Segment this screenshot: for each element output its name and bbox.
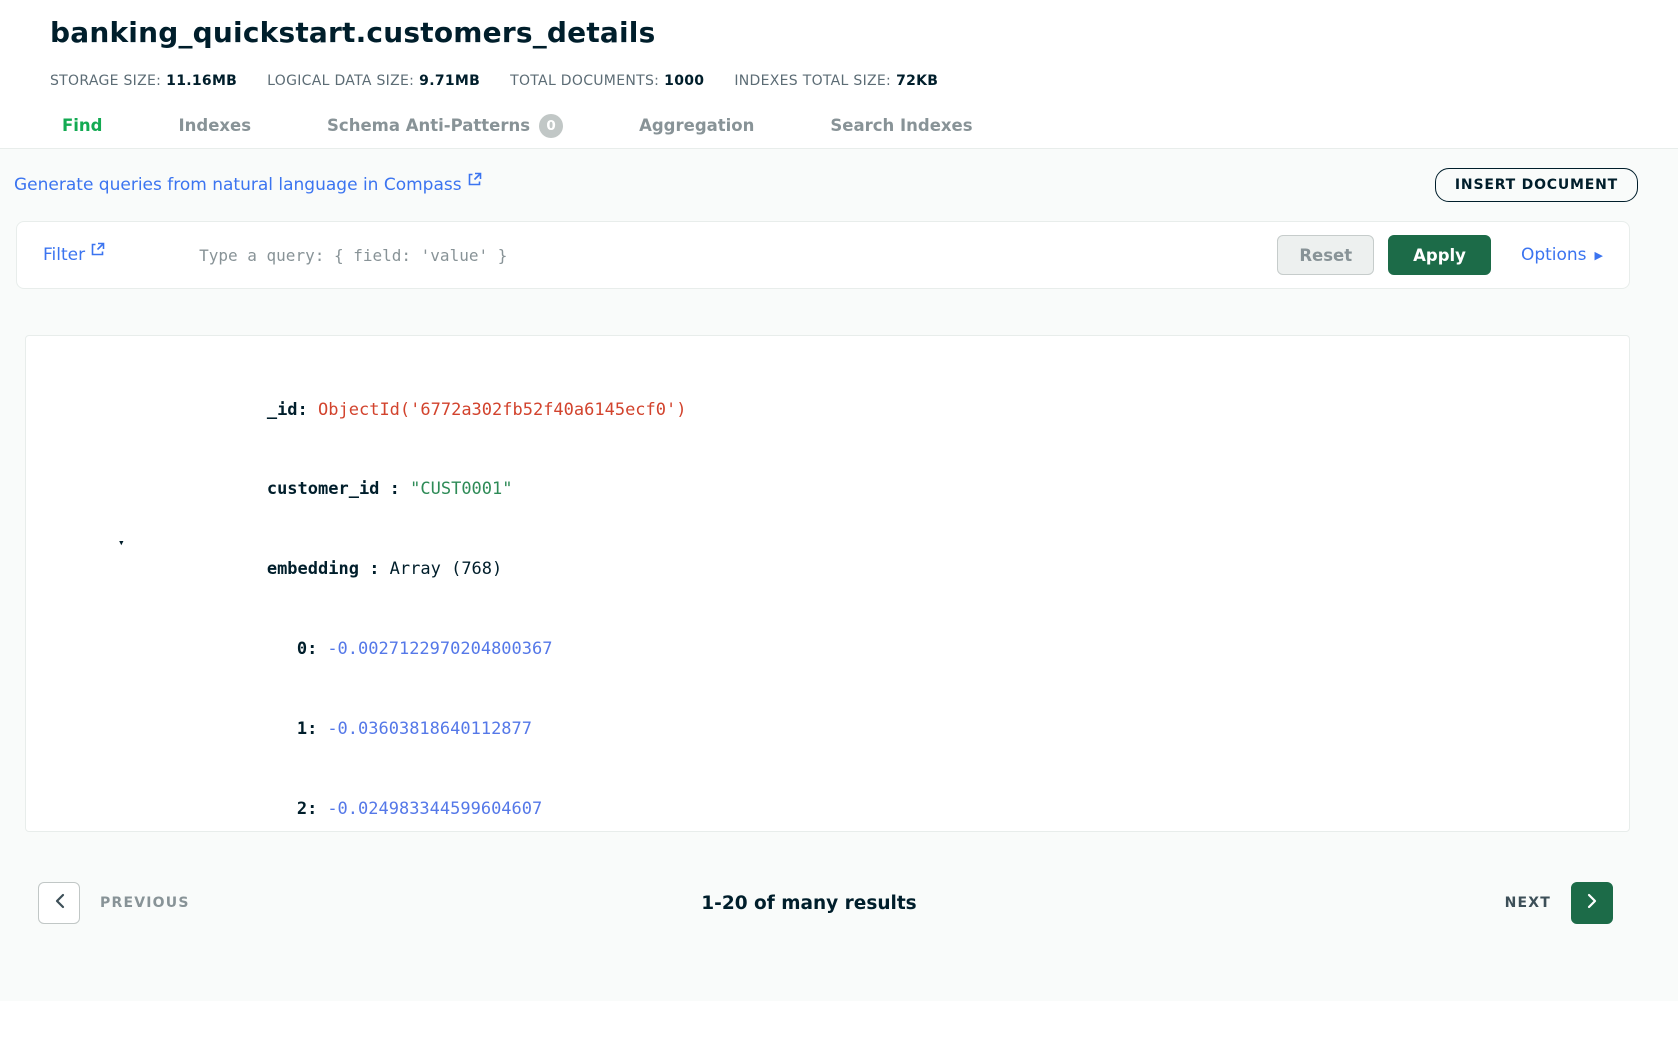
tab-count-badge: 0 — [539, 114, 563, 138]
page-title: banking_quickstart.customers_details — [50, 16, 1678, 49]
reset-button[interactable]: Reset — [1277, 235, 1374, 275]
stat-value: 1000 — [664, 73, 704, 89]
stat-label: TOTAL DOCUMENTS: — [510, 73, 659, 89]
array-value: -0.03603818640112877 — [327, 719, 532, 739]
stat-label: INDEXES TOTAL SIZE: — [734, 73, 891, 89]
array-value: -0.024983344599604607 — [327, 799, 542, 819]
stat-item: INDEXES TOTAL SIZE: 72KB — [734, 73, 938, 89]
query-input[interactable] — [199, 246, 1277, 265]
array-value: -0.0027122970204800367 — [327, 639, 552, 659]
apply-button[interactable]: Apply — [1388, 235, 1491, 275]
collection-header: banking_quickstart.customers_details — [0, 0, 1678, 49]
tab-label: Aggregation — [639, 116, 754, 135]
field-key: _id — [267, 400, 298, 420]
stat-label: STORAGE SIZE: — [50, 73, 161, 89]
results-count: 1-20 of many results — [0, 893, 1618, 914]
collection-stats: STORAGE SIZE: 11.16MB LOGICAL DATA SIZE: 9… — [0, 49, 1678, 89]
filter-link[interactable]: Filter — [43, 245, 105, 265]
stat-value: 11.16MB — [166, 73, 237, 89]
document-field-row[interactable]: ▾embedding : Array (768) — [144, 530, 1629, 610]
field-separator: : — [298, 400, 318, 420]
array-item-row[interactable]: 1: -0.03603818640112877 — [144, 689, 1629, 769]
field-value: Array (768) — [390, 559, 503, 579]
generate-queries-link[interactable]: Generate queries from natural language i… — [14, 175, 482, 195]
external-link-icon — [90, 242, 105, 262]
array-index: 1: — [297, 719, 317, 739]
field-value: ObjectId('6772a302fb52f40a6145ecf0') — [318, 400, 686, 420]
pagination-bar: 1-20 of many results PREVIOUS NEXT — [0, 882, 1678, 924]
insert-document-button[interactable]: INSERT DOCUMENT — [1435, 168, 1638, 202]
tab-aggregation[interactable]: Aggregation — [639, 116, 754, 135]
collection-tabs: Find Indexes Schema Anti-Patterns 0 Aggr… — [0, 103, 1678, 149]
stat-item: TOTAL DOCUMENTS: 1000 — [510, 73, 704, 89]
stat-value: 72KB — [896, 73, 938, 89]
field-key: customer_id — [267, 479, 380, 499]
external-link-icon — [467, 172, 482, 192]
array-index: 0: — [297, 639, 317, 659]
collapse-caret-icon[interactable]: ▾ — [118, 530, 125, 557]
embedding-array-items: 0: -0.0027122970204800367 1: -0.0360381864… — [144, 609, 1629, 832]
tab-label: Indexes — [179, 116, 252, 135]
query-bar: Filter Reset Apply Options ▶ — [16, 221, 1630, 289]
tab-search-indexes[interactable]: Search Indexes — [830, 116, 972, 135]
array-item-row[interactable]: 0: -0.0027122970204800367 — [144, 609, 1629, 689]
options-arrow-icon: ▶ — [1595, 249, 1603, 262]
field-key: embedding — [267, 559, 359, 579]
stat-label: LOGICAL DATA SIZE: — [267, 73, 414, 89]
find-tab-panel: Generate queries from natural language i… — [0, 149, 1678, 1001]
document-fields: ▾_id: ObjectId('6772a302fb52f40a6145ecf0… — [144, 370, 1629, 609]
filter-label: Filter — [43, 245, 85, 265]
tab-indexes[interactable]: Indexes — [179, 116, 252, 135]
document-field-row[interactable]: ▾customer_id : "CUST0001" — [144, 450, 1629, 530]
field-separator: : — [379, 479, 410, 499]
stat-item: LOGICAL DATA SIZE: 9.71MB — [267, 73, 480, 89]
array-index: 2: — [297, 799, 317, 819]
tab-label: Search Indexes — [830, 116, 972, 135]
generate-queries-label: Generate queries from natural language i… — [14, 175, 462, 195]
tab-schema-anti-patterns[interactable]: Schema Anti-Patterns 0 — [327, 114, 563, 138]
tab-label: Find — [62, 116, 103, 135]
document-field-row[interactable]: ▾_id: ObjectId('6772a302fb52f40a6145ecf0… — [144, 370, 1629, 450]
options-label: Options — [1521, 245, 1587, 265]
field-value: "CUST0001" — [410, 479, 512, 499]
tab-label: Schema Anti-Patterns — [327, 116, 530, 135]
find-toolbar: Generate queries from natural language i… — [0, 163, 1678, 207]
tab-find[interactable]: Find — [62, 116, 103, 135]
stat-item: STORAGE SIZE: 11.16MB — [50, 73, 237, 89]
field-separator: : — [359, 559, 390, 579]
array-item-row[interactable]: 2: -0.024983344599604607 — [144, 769, 1629, 832]
stat-value: 9.71MB — [419, 73, 480, 89]
collection-page: banking_quickstart.customers_details STO… — [0, 0, 1678, 1060]
document-card: ▾ _id: ObjectId('6772a302fb52f40a6145ecf0… — [25, 335, 1630, 832]
options-toggle[interactable]: Options ▶ — [1521, 245, 1603, 265]
